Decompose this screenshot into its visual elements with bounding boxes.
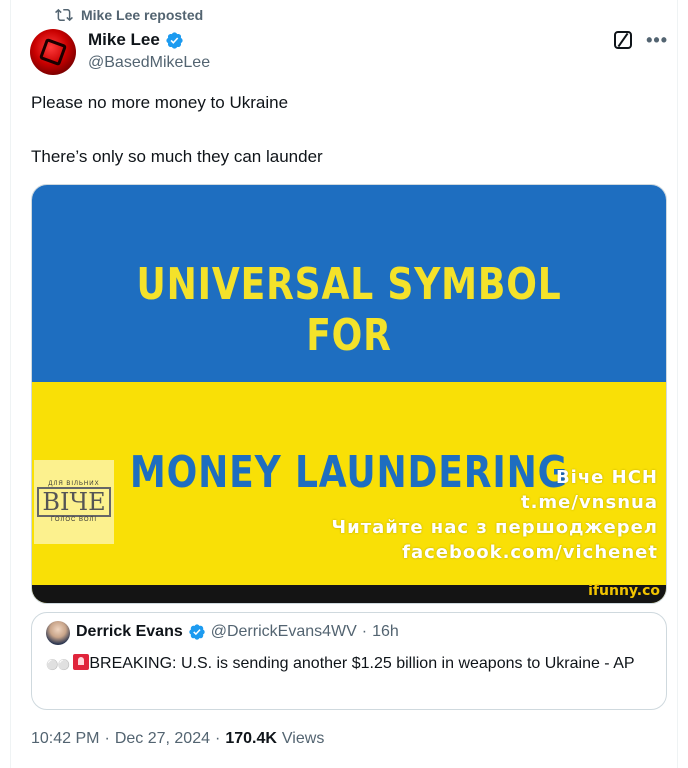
- ifunny-credit: ifunny.co: [588, 583, 660, 599]
- repost-text: Mike Lee reposted: [81, 7, 204, 23]
- views-label: Views: [281, 730, 325, 747]
- author-handle[interactable]: @BasedMikeLee: [88, 54, 210, 72]
- siren-icon: [73, 654, 90, 670]
- quoted-separator: ·: [361, 623, 368, 640]
- timeline-right-border: [677, 0, 678, 768]
- quoted-tweet-text: ⚪⚪ BREAKING: U.S. is sending another $1.…: [46, 653, 656, 677]
- quoted-time: 16h: [372, 623, 399, 640]
- tweet-text-line-2: There’s only so much they can launder: [31, 147, 323, 166]
- quoted-text-body: BREAKING: U.S. is sending another $1.25 …: [89, 655, 635, 672]
- quoted-verified-badge-icon: [189, 624, 205, 640]
- viche-logo: ДЛЯ ВІЛЬНИХ ВІЧЕ ГОЛОС ВОЛІ: [34, 460, 114, 544]
- viche-logo-main: ВІЧЕ: [37, 486, 111, 518]
- quoted-tweet[interactable]: Derrick Evans @DerrickEvans4WV · 16h ⚪⚪ …: [31, 612, 667, 710]
- meta-dot-1: ·: [104, 730, 110, 747]
- tweet-meta: 10:42 PM · Dec 27, 2024 · 170.4K Views: [31, 730, 324, 748]
- watermark-text: Віче НСН t.me/vnsnua Читайте нас з першо…: [332, 465, 658, 565]
- watermark-line-1: Віче НСН: [555, 467, 658, 488]
- author-name-row[interactable]: Mike Lee: [88, 30, 184, 50]
- meta-dot-2: ·: [215, 730, 221, 747]
- quoted-author-avatar[interactable]: [46, 621, 70, 645]
- quoted-author-name: Derrick Evans: [76, 623, 183, 640]
- tweet-time[interactable]: 10:42 PM: [31, 730, 99, 748]
- author-avatar[interactable]: [30, 29, 76, 75]
- grok-icon[interactable]: [614, 31, 633, 49]
- tweet-media-image[interactable]: UNIVERSAL SYMBOL FOR MONEY LAUNDERING ДЛ…: [31, 184, 667, 604]
- timeline-left-border: [10, 0, 11, 768]
- watermark-line-2: t.me/vnsnua: [520, 492, 658, 513]
- tweet-date[interactable]: Dec 27, 2024: [115, 730, 210, 748]
- quoted-tweet-header: Derrick Evans @DerrickEvans4WV · 16h: [76, 623, 399, 641]
- author-display-name[interactable]: Mike Lee: [88, 30, 160, 50]
- watermark-line-4: facebook.com/vichenet: [402, 542, 658, 563]
- repost-icon: [55, 8, 73, 22]
- watermark-line-3: Читайте нас з першоджерел: [331, 517, 658, 538]
- verified-badge-icon: [166, 31, 183, 49]
- image-bottom-strip: [32, 585, 666, 603]
- repost-indicator[interactable]: Mike Lee reposted: [55, 6, 203, 24]
- tweet-top-actions: •••: [614, 31, 668, 49]
- eyes-icon: ⚪⚪: [46, 660, 70, 671]
- views-count: 170.4K: [225, 730, 277, 747]
- image-headline-top: UNIVERSAL SYMBOL FOR: [136, 259, 562, 361]
- tweet-text-line-1: Please no more money to Ukraine: [31, 93, 289, 112]
- quoted-author-handle: @DerrickEvans4WV: [210, 623, 357, 640]
- viche-logo-bottom: ГОЛОС ВОЛІ: [50, 517, 98, 524]
- avatar-graphic: [38, 37, 68, 67]
- more-options-icon[interactable]: •••: [646, 31, 668, 49]
